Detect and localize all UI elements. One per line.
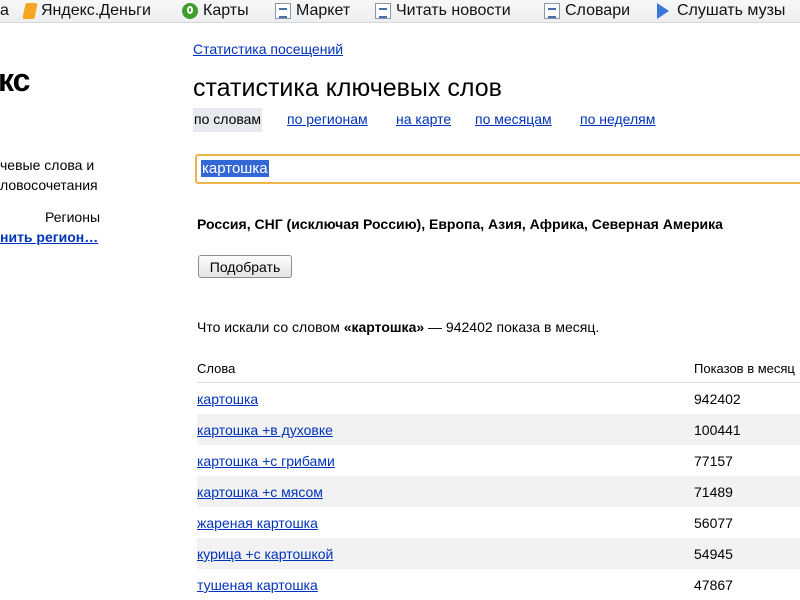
page-icon [275, 3, 291, 19]
bookmark-news[interactable]: Читать новости [375, 0, 511, 22]
bookmark-market[interactable]: Маркет [275, 0, 350, 22]
keyword-link[interactable]: тушеная картошка [197, 577, 318, 593]
bookmark-partial[interactable]: а [0, 0, 9, 22]
bookmark-label: Яндекс.Деньги [41, 2, 151, 19]
impressions-count: 100441 [694, 422, 741, 438]
impressions-count: 47867 [694, 577, 733, 593]
summary-suffix: — 942402 показа в месяц. [424, 319, 600, 335]
bookmark-maps[interactable]: Карты [182, 0, 249, 22]
keyword-search-input[interactable]: картошка [195, 154, 800, 184]
keyword-link[interactable]: картошка +с мясом [197, 484, 323, 500]
bookmark-label: а [0, 2, 9, 19]
column-header-impressions: Показов в месяц [694, 361, 795, 376]
bookmark-label: Слушать музы [677, 2, 786, 19]
keyword-link[interactable]: картошка +с грибами [197, 453, 335, 469]
maps-icon [182, 3, 198, 19]
keywords-label-line1: чевые слова и [0, 157, 95, 173]
summary-query: «картошка» [343, 319, 425, 335]
impressions-count: 77157 [694, 453, 733, 469]
impressions-count: 56077 [694, 515, 733, 531]
tab-by-months[interactable]: по месяцам [475, 108, 552, 132]
column-header-words: Слова [197, 361, 236, 376]
table-row: картошка +с мясом 71489 [197, 476, 800, 507]
keywords-label-line2: ловосочетания [0, 177, 98, 193]
page-title: статистика ключевых слов [193, 74, 502, 102]
search-summary: Что искали со словом «картошка» — 942402… [197, 319, 599, 335]
play-icon [657, 3, 669, 19]
selected-regions: Россия, СНГ (исключая Россию), Европа, А… [197, 216, 723, 232]
impressions-count: 942402 [694, 391, 741, 407]
table-row: картошка +в духовке 100441 [197, 414, 800, 445]
bookmark-label: Маркет [296, 2, 351, 19]
search-input-value: картошка [201, 160, 269, 177]
tab-on-map[interactable]: на карте [396, 108, 451, 132]
bookmark-label: Словари [565, 2, 631, 19]
bookmark-label: Карты [203, 2, 249, 19]
results-table: Слова Показов в месяц картошка 942402 ка… [197, 358, 800, 600]
table-row: курица +с картошкой 54945 [197, 538, 800, 569]
page-icon [544, 3, 560, 19]
keyword-link[interactable]: жареная картошка [197, 515, 318, 531]
choose-region-link[interactable]: нить регион… [0, 229, 98, 245]
keyword-link[interactable]: картошка [197, 391, 258, 407]
visit-stats-link[interactable]: Статистика посещений [193, 41, 343, 57]
keyword-link[interactable]: картошка +в духовке [197, 422, 333, 438]
table-row: картошка +с грибами 77157 [197, 445, 800, 476]
bookmarks-bar: а Яндекс.Деньги Карты Маркет Читать ново… [0, 0, 800, 23]
table-header: Слова Показов в месяц [197, 358, 800, 383]
yandex-logo-fragment[interactable]: кс [0, 62, 30, 99]
bookmark-music[interactable]: Слушать музы [657, 0, 785, 22]
table-row: жареная картошка 56077 [197, 507, 800, 538]
bookmark-yandex-money[interactable]: Яндекс.Деньги [22, 0, 151, 22]
tab-by-words[interactable]: по словам [193, 108, 263, 132]
bookmark-label: Читать новости [396, 2, 511, 19]
summary-prefix: Что искали со словом [197, 319, 344, 335]
table-row: картошка 942402 [197, 383, 800, 414]
tab-by-regions[interactable]: по регионам [287, 108, 368, 132]
pick-button[interactable]: Подобрать [198, 255, 292, 278]
yandex-money-icon [22, 3, 38, 19]
bookmark-dictionaries[interactable]: Словари [544, 0, 630, 22]
impressions-count: 71489 [694, 484, 733, 500]
page-icon [375, 3, 391, 19]
tab-by-weeks[interactable]: по неделям [580, 108, 655, 132]
impressions-count: 54945 [694, 546, 733, 562]
regions-label: Регионы [44, 209, 100, 225]
keyword-link[interactable]: курица +с картошкой [197, 546, 333, 562]
table-row: тушеная картошка 47867 [197, 569, 800, 600]
